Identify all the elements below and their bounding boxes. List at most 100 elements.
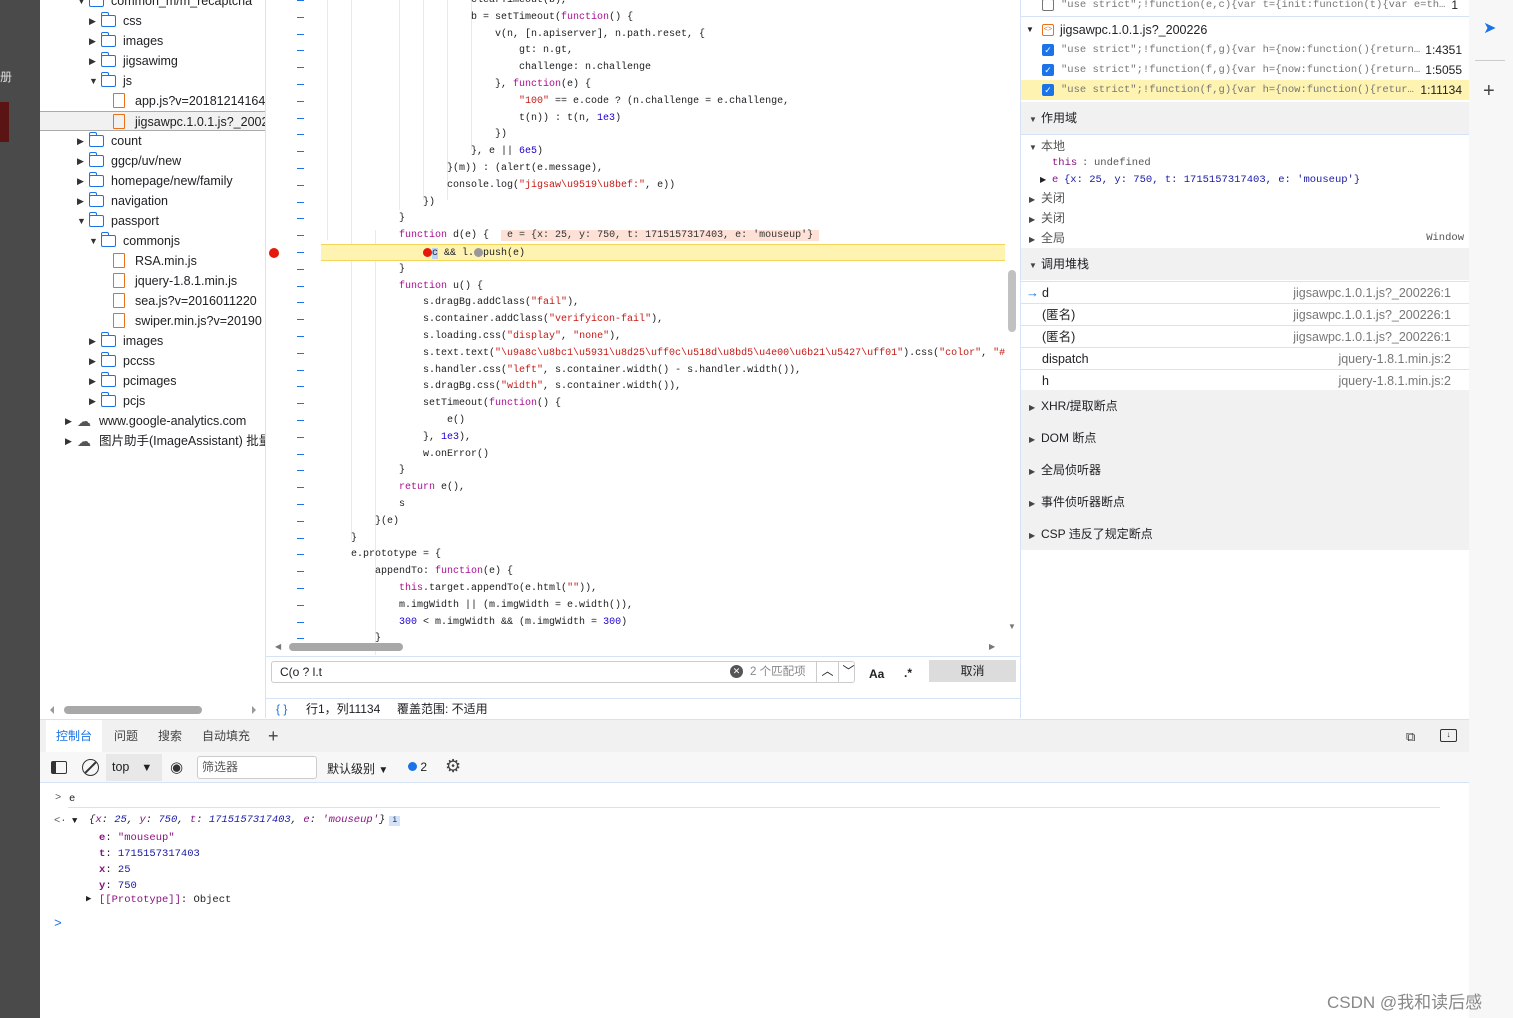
breakpoint-marker[interactable] bbox=[269, 248, 279, 258]
scroll-left-arrow-icon[interactable]: ◀ bbox=[275, 642, 281, 651]
collapsed-section-header[interactable]: ▶ CSP 违反了规定断点 bbox=[1021, 518, 1469, 550]
line-marker[interactable] bbox=[297, 302, 304, 304]
collapsed-section-header[interactable]: ▶ 全局侦听器 bbox=[1021, 454, 1469, 486]
breakpoint-item[interactable]: ✓ "use strict";!function(f,g){var h={now:… bbox=[1021, 40, 1469, 60]
collapsed-arrow-icon[interactable]: ▶ bbox=[65, 431, 72, 451]
scope-closures-0[interactable]: ▶ 关闭 bbox=[1021, 188, 1469, 208]
line-marker[interactable] bbox=[297, 134, 304, 136]
line-marker[interactable] bbox=[297, 621, 304, 623]
line-marker[interactable] bbox=[297, 151, 304, 153]
callstack-frame[interactable]: → d jigsawpc.1.0.1.js?_200226:1 bbox=[1021, 281, 1469, 303]
collapsed-arrow-icon[interactable]: ▶ bbox=[1029, 210, 1041, 230]
line-marker[interactable] bbox=[297, 168, 304, 169]
line-marker[interactable] bbox=[297, 520, 304, 522]
drawer-tab[interactable]: 自动填充 bbox=[192, 720, 260, 753]
checkbox[interactable] bbox=[1042, 0, 1054, 11]
tree-item[interactable]: sea.js?v=2016011220 bbox=[40, 291, 265, 311]
checkbox[interactable]: ✓ bbox=[1042, 64, 1054, 76]
code-editor[interactable]: clearTimeout(b), b = setTimeout(function… bbox=[266, 0, 1020, 655]
tree-item[interactable]: ▶ pcimages bbox=[40, 371, 265, 391]
next-match-button[interactable]: ﹀ bbox=[838, 661, 858, 683]
line-marker[interactable] bbox=[297, 319, 304, 321]
line-marker[interactable] bbox=[297, 470, 304, 472]
line-marker[interactable] bbox=[297, 420, 304, 421]
expanded-arrow-icon[interactable]: ▼ bbox=[1026, 20, 1034, 40]
collapsed-arrow-icon[interactable]: ▶ bbox=[1029, 230, 1041, 250]
breakpoint-item[interactable]: ✓ "use strict";!function(f,g){var h={now:… bbox=[1021, 80, 1469, 100]
callstack-frame[interactable]: h jquery-1.8.1.min.js:2 bbox=[1021, 369, 1469, 391]
sidebar-toggle-icon[interactable] bbox=[51, 761, 67, 774]
collapsed-arrow-icon[interactable]: ▶ bbox=[89, 371, 96, 391]
expand-object-icon[interactable]: ▼ bbox=[72, 816, 77, 826]
tree-item[interactable]: jquery-1.8.1.min.js bbox=[40, 271, 265, 291]
context-selector[interactable]: top ▼ bbox=[106, 754, 162, 781]
tree-item[interactable]: ▼ common_m/m_recaptcha bbox=[40, 0, 265, 11]
line-marker[interactable] bbox=[297, 554, 304, 556]
checkbox[interactable]: ✓ bbox=[1042, 44, 1054, 56]
pretty-print-button[interactable]: { } bbox=[276, 699, 287, 720]
callstack-frame[interactable]: (匿名) jigsawpc.1.0.1.js?_200226:1 bbox=[1021, 303, 1469, 325]
line-marker[interactable] bbox=[297, 487, 304, 489]
previous-match-button[interactable]: ︿ bbox=[816, 661, 838, 683]
expanded-arrow-icon[interactable]: ▼ bbox=[77, 0, 86, 11]
line-marker[interactable] bbox=[297, 84, 304, 85]
tree-item[interactable]: ▶ jigsawimg bbox=[40, 51, 265, 71]
callstack-frame[interactable]: dispatch jquery-1.8.1.min.js:2 bbox=[1021, 347, 1469, 369]
line-marker[interactable] bbox=[297, 201, 304, 203]
scroll-down-arrow-icon[interactable]: ▼ bbox=[1008, 622, 1016, 631]
line-marker[interactable] bbox=[297, 588, 304, 589]
inline-breakpoint-icon[interactable] bbox=[474, 247, 484, 257]
line-marker[interactable] bbox=[297, 403, 304, 405]
line-marker[interactable] bbox=[297, 369, 304, 371]
collapsed-arrow-icon[interactable]: ▶ bbox=[77, 131, 84, 151]
line-marker[interactable] bbox=[297, 352, 304, 354]
drawer-tab[interactable]: 搜索 bbox=[148, 720, 192, 753]
close-drawer-icon[interactable]: ↓ bbox=[1440, 729, 1457, 742]
tree-item[interactable]: jigsawpc.1.0.1.js?_2002 bbox=[40, 111, 265, 131]
line-marker[interactable] bbox=[297, 268, 304, 270]
tree-item[interactable]: ▶ images bbox=[40, 31, 265, 51]
breakpoint-item[interactable]: ✓ "use strict";!function(f,g){var h={now:… bbox=[1021, 60, 1469, 80]
line-marker[interactable] bbox=[297, 16, 304, 18]
filter-input[interactable]: 筛选器 bbox=[197, 756, 317, 779]
match-case-button[interactable]: Aa bbox=[869, 667, 884, 681]
line-marker[interactable] bbox=[297, 33, 304, 35]
line-marker[interactable] bbox=[297, 336, 304, 337]
log-level-dropdown[interactable]: 默认级别 ▼ bbox=[327, 760, 388, 777]
drawer-tab[interactable]: 问题 bbox=[104, 720, 148, 753]
tree-item[interactable]: ▶ pccss bbox=[40, 351, 265, 371]
line-marker[interactable] bbox=[297, 184, 304, 186]
line-marker[interactable] bbox=[297, 100, 304, 102]
tree-item[interactable]: ▶ ggcp/uv/new bbox=[40, 151, 265, 171]
add-tab-icon[interactable]: + bbox=[268, 720, 279, 753]
console-output[interactable]: > e <· ▼ {x: 25, y: 750, t: 171515731740… bbox=[40, 783, 1469, 1018]
line-marker[interactable] bbox=[297, 436, 304, 438]
scope-e[interactable]: ▶ e {x: 25, y: 750, t: 1715157317403, e: '… bbox=[1021, 170, 1469, 190]
line-marker[interactable] bbox=[297, 638, 304, 640]
tree-item[interactable]: app.js?v=20181214164 bbox=[40, 91, 265, 111]
issues-counter[interactable]: 2 bbox=[408, 760, 427, 774]
send-icon[interactable]: ➤ bbox=[1483, 18, 1496, 38]
scroll-right-arrow-icon[interactable]: ▶ bbox=[989, 642, 995, 651]
console-prompt-icon[interactable]: > bbox=[54, 916, 62, 931]
line-marker[interactable] bbox=[297, 252, 304, 253]
expanded-arrow-icon[interactable]: ▼ bbox=[89, 231, 98, 251]
add-icon[interactable]: + bbox=[1483, 80, 1495, 103]
line-marker[interactable] bbox=[297, 117, 304, 119]
tree-item[interactable]: RSA.min.js bbox=[40, 251, 265, 271]
tree-item[interactable]: ▼ commonjs bbox=[40, 231, 265, 251]
line-marker[interactable] bbox=[297, 453, 304, 455]
collapsed-arrow-icon[interactable]: ▶ bbox=[1040, 170, 1046, 190]
collapsed-arrow-icon[interactable]: ▶ bbox=[65, 411, 72, 431]
tree-item[interactable]: ▶ count bbox=[40, 131, 265, 151]
inline-breakpoint-icon[interactable] bbox=[423, 247, 433, 257]
line-marker[interactable] bbox=[297, 67, 304, 69]
regex-button[interactable]: .* bbox=[904, 666, 912, 680]
line-marker[interactable] bbox=[297, 285, 304, 287]
expanded-arrow-icon[interactable]: ▼ bbox=[89, 71, 98, 91]
eye-icon[interactable]: ◉ bbox=[170, 758, 183, 776]
breakpoint-item[interactable]: "use strict";!function(e,c){var t={init:… bbox=[1021, 0, 1469, 15]
scope-global[interactable]: ▶ 全局 bbox=[1021, 228, 1469, 248]
tree-item[interactable]: ▶ images bbox=[40, 331, 265, 351]
object-summary[interactable]: {x: 25, y: 750, t: 1715157317403, e: 'mo… bbox=[89, 814, 401, 826]
